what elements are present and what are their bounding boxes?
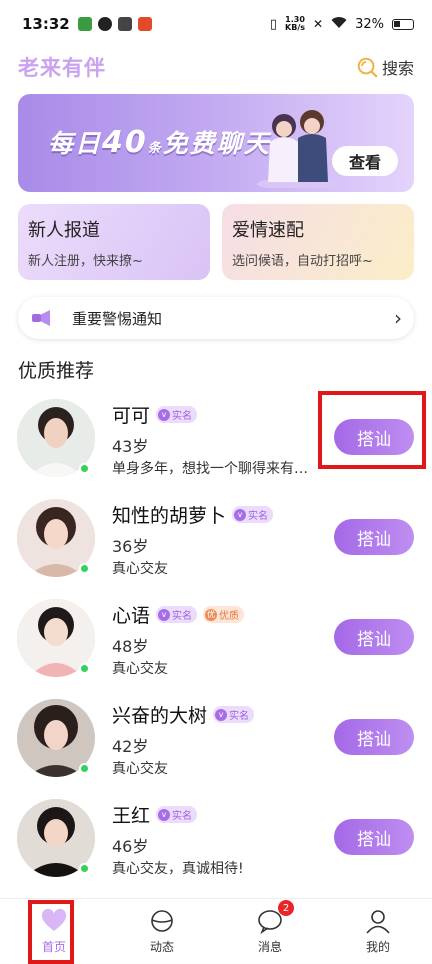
user-age: 36岁	[112, 537, 149, 556]
online-indicator	[79, 863, 90, 874]
v-icon: v	[158, 608, 171, 621]
tab-moments[interactable]: 动态	[122, 908, 202, 955]
card-speed-match[interactable]: 爱情速配 选问候语，自动打招呼~	[222, 204, 414, 280]
list-item[interactable]: 心语 v 实名 优优质 48岁 真心交友 搭讪	[0, 595, 432, 695]
notice-text: 重要警惕通知	[72, 309, 163, 328]
user-desc: 真心交友，真诚相待!	[112, 861, 244, 877]
tab-label: 首页	[41, 940, 66, 954]
v-icon: v	[215, 708, 228, 721]
search-icon	[357, 57, 378, 78]
name-line: 可可 v 实名	[112, 401, 198, 428]
megaphone-icon	[32, 310, 50, 326]
person-icon	[366, 910, 390, 934]
app-notification-icon	[77, 17, 92, 31]
user-name: 知性的胡萝卜	[112, 505, 227, 527]
list-item[interactable]: 知性的胡萝卜 v 实名 36岁 真心交友 搭讪	[0, 495, 432, 595]
card-subtitle: 新人注册，快来撩~	[28, 254, 143, 269]
user-name: 王红	[112, 805, 151, 827]
user-desc: 单身多年，想找一个聊得来有…	[112, 461, 308, 477]
user-desc: 真心交友	[112, 761, 168, 777]
verified-badge: v 实名	[213, 706, 255, 723]
user-age: 48岁	[112, 637, 149, 656]
bottom-tab-bar: 首页 动态 2 消息 我的	[0, 898, 432, 964]
tab-messages[interactable]: 2 消息	[230, 900, 310, 955]
online-indicator	[79, 563, 90, 574]
sim-icon: ✕	[313, 17, 324, 31]
greet-button[interactable]: 搭讪	[334, 619, 414, 655]
unread-badge: 2	[278, 900, 294, 916]
status-time: 13:32	[22, 15, 70, 33]
quality-icon: 优	[205, 608, 218, 621]
name-line: 心语 v 实名 优优质	[112, 601, 245, 628]
tab-label: 消息	[257, 940, 282, 954]
card-title: 爱情速配	[232, 220, 304, 241]
heart-icon	[41, 908, 67, 931]
greet-button[interactable]: 搭讪	[334, 819, 414, 855]
warning-notice-bar[interactable]: 重要警惕通知 ›	[18, 297, 414, 339]
user-name: 兴奋的大树	[112, 705, 208, 727]
banner-view-button[interactable]: 查看	[332, 146, 398, 176]
system-status: ▯ 1.30 KB/s ✕ 32%	[270, 16, 414, 33]
online-indicator	[79, 763, 90, 774]
user-age: 42岁	[112, 737, 149, 756]
greet-button[interactable]: 搭讪	[334, 519, 414, 555]
name-line: 兴奋的大树 v 实名	[112, 701, 255, 728]
promo-banner[interactable]: 每日40条免费聊天 查看	[18, 94, 414, 192]
battery-percent: 32%	[355, 16, 384, 32]
banner-title: 每日40条免费聊天	[48, 125, 271, 160]
recommend-list: 可可 v 实名 43岁 单身多年，想找一个聊得来有… 搭讪 知性的胡萝卜 v 实名 …	[0, 395, 432, 895]
list-item[interactable]: 兴奋的大树 v 实名 42岁 真心交友 搭讪	[0, 695, 432, 795]
v-icon: v	[234, 508, 247, 521]
app-notification-icon	[117, 17, 132, 31]
planet-icon	[151, 910, 173, 932]
card-subtitle: 选问候语，自动打招呼~	[232, 254, 373, 269]
verified-badge: v 实名	[156, 606, 198, 623]
v-icon: v	[158, 808, 171, 821]
online-indicator	[79, 663, 90, 674]
app-header: 老来有伴 搜索	[0, 48, 432, 86]
user-age: 43岁	[112, 437, 149, 456]
user-name: 可可	[112, 405, 151, 427]
search-button[interactable]: 搜索	[356, 55, 414, 79]
couple-illustration	[257, 110, 341, 188]
card-new-member[interactable]: 新人报道 新人注册，快来撩~	[18, 204, 210, 280]
card-title: 新人报道	[28, 220, 100, 241]
notification-icons	[77, 17, 152, 31]
app-notification-icon	[137, 17, 152, 31]
chevron-right-icon: ›	[394, 306, 402, 330]
user-age: 46岁	[112, 837, 149, 856]
tab-label: 动态	[149, 940, 174, 954]
user-name: 心语	[112, 605, 151, 627]
status-bar: 13:32 ▯ 1.30 KB/s ✕ 32%	[0, 0, 432, 48]
app-logo: 老来有伴	[18, 56, 106, 80]
v-icon: v	[158, 408, 171, 421]
name-line: 王红 v 实名	[112, 801, 198, 828]
tab-label: 我的	[365, 940, 390, 954]
net-speed: 1.30 KB/s	[285, 15, 306, 32]
user-desc: 真心交友	[112, 661, 168, 677]
app-notification-icon	[97, 17, 112, 31]
search-label: 搜索	[381, 59, 414, 78]
verified-badge: v 实名	[156, 406, 198, 423]
section-title: 优质推荐	[18, 360, 95, 382]
vibrate-icon: ▯	[269, 16, 278, 32]
list-item[interactable]: 王红 v 实名 46岁 真心交友，真诚相待! 搭讪	[0, 795, 432, 895]
name-line: 知性的胡萝卜 v 实名	[112, 501, 274, 528]
greet-button[interactable]: 搭讪	[334, 719, 414, 755]
online-indicator	[79, 463, 90, 474]
wifi-icon	[331, 16, 347, 33]
greet-button[interactable]: 搭讪	[334, 419, 414, 455]
user-desc: 真心交友	[112, 561, 168, 577]
verified-badge: v 实名	[232, 506, 274, 523]
verified-badge: v 实名	[156, 806, 198, 823]
quality-badge: 优优质	[203, 606, 245, 623]
tab-profile[interactable]: 我的	[338, 908, 418, 955]
list-item[interactable]: 可可 v 实名 43岁 单身多年，想找一个聊得来有… 搭讪	[0, 395, 432, 495]
tab-home[interactable]: 首页	[14, 908, 94, 955]
battery-icon	[392, 18, 414, 30]
